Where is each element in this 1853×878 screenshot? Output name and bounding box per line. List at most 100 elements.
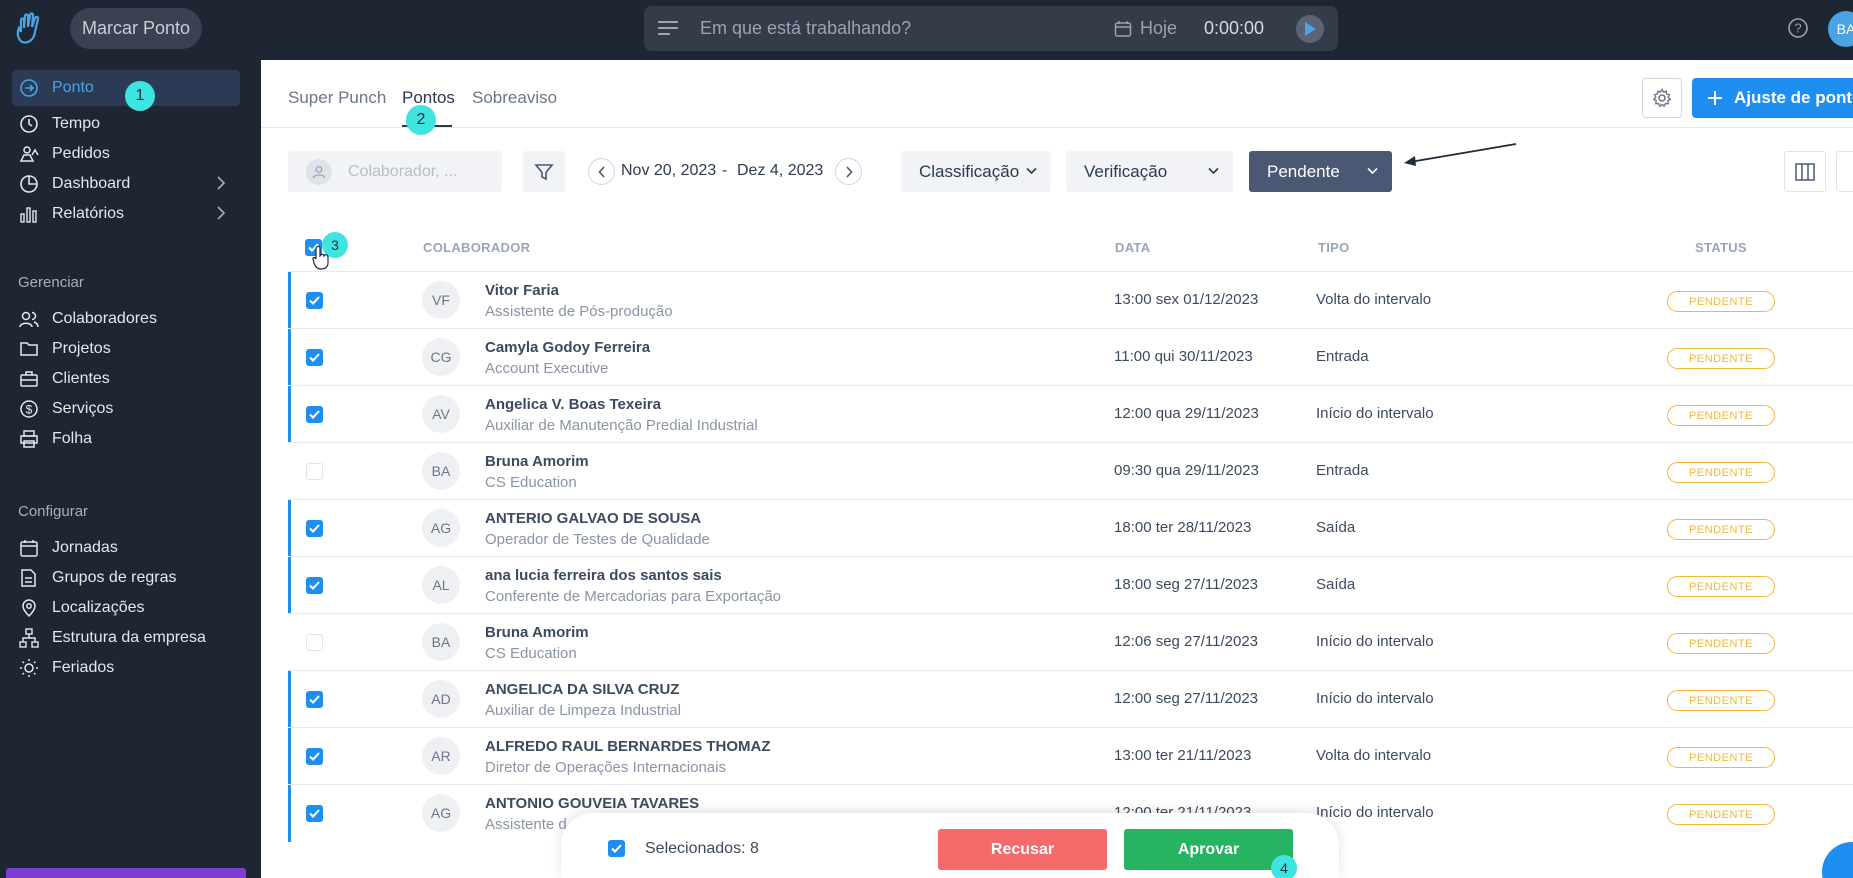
- table-row[interactable]: AG ANTERIO GALVAO DE SOUSA Operador de Tes…: [288, 499, 1853, 557]
- collaborator-name[interactable]: ALFREDO RAUL BERNARDES THOMAZ: [485, 738, 771, 755]
- table-row[interactable]: BA Bruna Amorim CS Education 09:30 qua 29/1…: [288, 442, 1853, 499]
- collaborator-role: Account Executive: [485, 360, 609, 377]
- date-range-start[interactable]: Nov 20, 2023: [621, 162, 716, 180]
- bulk-select-checkbox[interactable]: [608, 840, 625, 857]
- collaborator-search-input[interactable]: [348, 162, 488, 181]
- row-checkbox[interactable]: [306, 463, 323, 480]
- top-bar: Marcar Ponto Hoje 0:00:00 ? BA: [0, 0, 1853, 60]
- row-checkbox[interactable]: [306, 292, 323, 309]
- collaborator-role: Assistente de Pós-produção: [485, 303, 673, 320]
- column-header-tipo[interactable]: TIPO: [1318, 240, 1350, 255]
- punch-type: Início do intervalo: [1316, 690, 1434, 707]
- bar-chart-icon: [18, 203, 40, 225]
- help-icon[interactable]: ?: [1787, 17, 1809, 39]
- tab-super-punch[interactable]: Super Punch: [288, 88, 386, 108]
- previous-period-button[interactable]: [588, 158, 615, 185]
- avatar: AG: [422, 794, 460, 832]
- sidebar-item-label: Serviços: [52, 400, 114, 417]
- ajuste-de-ponto-button[interactable]: Ajuste de ponto: [1692, 78, 1853, 118]
- date-selector[interactable]: Hoje: [1140, 6, 1177, 51]
- punch-date: 18:00 seg 27/11/2023: [1114, 576, 1259, 593]
- status-filter-label: Pendente: [1267, 161, 1340, 181]
- tab-pontos[interactable]: Pontos: [402, 88, 455, 108]
- collaborator-name[interactable]: Angelica V. Boas Texeira: [485, 396, 661, 413]
- row-checkbox[interactable]: [306, 406, 323, 423]
- tab-sobreaviso[interactable]: Sobreaviso: [472, 88, 557, 108]
- sidebar-footer-bar[interactable]: [6, 868, 246, 878]
- row-checkbox[interactable]: [306, 520, 323, 537]
- column-header-data[interactable]: DATA: [1115, 240, 1150, 255]
- collaborator-role: Diretor de Operações Internacionais: [485, 759, 726, 776]
- verification-label: Verificação: [1084, 161, 1168, 181]
- row-checkbox[interactable]: [306, 577, 323, 594]
- collaborator-name[interactable]: ana lucia ferreira dos santos sais: [485, 567, 722, 584]
- user-avatar[interactable]: BA: [1828, 11, 1853, 47]
- person-icon: [306, 158, 332, 185]
- table-row[interactable]: AR ALFREDO RAUL BERNARDES THOMAZ Diretor d…: [288, 727, 1853, 785]
- sidebar-item-label: Localizações: [52, 599, 145, 616]
- chat-widget-button[interactable]: [1822, 842, 1853, 878]
- collaborator-name[interactable]: Vitor Faria: [485, 282, 559, 299]
- table-row[interactable]: VF Vitor Faria Assistente de Pós-produção 1…: [288, 271, 1853, 329]
- refresh-button[interactable]: [1836, 151, 1853, 192]
- status-badge: PENDENTE: [1667, 633, 1775, 654]
- chevron-down-icon: [1026, 167, 1037, 175]
- verification-dropdown[interactable]: Verificação: [1066, 151, 1233, 192]
- filter-button[interactable]: [523, 151, 565, 192]
- sidebar-item-relatorios[interactable]: Relatórios: [12, 196, 240, 232]
- sidebar-item-label: Colaboradores: [52, 310, 157, 327]
- check-icon: [309, 353, 320, 362]
- step-marker-2: 2: [406, 105, 436, 135]
- row-checkbox[interactable]: [306, 748, 323, 765]
- table-row[interactable]: AL ana lucia ferreira dos santos sais Conf…: [288, 556, 1853, 614]
- collaborator-name[interactable]: ANTONIO GOUVEIA TAVARES: [485, 795, 699, 812]
- calendar-icon[interactable]: [1114, 20, 1132, 38]
- collaborator-name[interactable]: Bruna Amorim: [485, 624, 589, 641]
- start-timer-button[interactable]: [1296, 15, 1324, 43]
- collaborator-name[interactable]: Camyla Godoy Ferreira: [485, 339, 650, 356]
- reject-button[interactable]: Recusar: [938, 829, 1107, 870]
- hand-logo-icon[interactable]: [14, 12, 44, 46]
- approve-button[interactable]: Aprovar: [1124, 829, 1293, 870]
- check-icon: [309, 695, 320, 704]
- settings-button[interactable]: [1642, 78, 1682, 118]
- table-row[interactable]: AV Angelica V. Boas Texeira Auxiliar de Ma…: [288, 385, 1853, 443]
- row-checkbox[interactable]: [306, 634, 323, 651]
- sidebar-item-label: Estrutura da empresa: [52, 629, 206, 646]
- column-header-status[interactable]: STATUS: [1695, 240, 1747, 255]
- date-range-end[interactable]: Dez 4, 2023: [737, 162, 823, 180]
- punch-date: 13:00 sex 01/12/2023: [1114, 291, 1259, 308]
- table-row[interactable]: CG Camyla Godoy Ferreira Account Executive…: [288, 328, 1853, 386]
- sidebar-item-folha[interactable]: Folha: [12, 421, 240, 457]
- column-header-colaborador[interactable]: COLABORADOR: [423, 240, 530, 255]
- status-badge: PENDENTE: [1667, 291, 1775, 312]
- row-checkbox[interactable]: [306, 805, 323, 822]
- check-icon: [309, 752, 320, 761]
- table-row[interactable]: BA Bruna Amorim CS Education 12:06 seg 27/1…: [288, 613, 1853, 670]
- collaborator-role: Operador de Testes de Qualidade: [485, 531, 710, 548]
- punch-type: Início do intervalo: [1316, 804, 1434, 821]
- columns-button[interactable]: [1784, 151, 1826, 192]
- status-badge: PENDENTE: [1667, 804, 1775, 825]
- collaborator-filter[interactable]: [288, 151, 502, 192]
- avatar: VF: [422, 281, 460, 319]
- collaborator-name[interactable]: ANGELICA DA SILVA CRUZ: [485, 681, 679, 698]
- collaborator-name[interactable]: ANTERIO GALVAO DE SOUSA: [485, 510, 701, 527]
- collaborator-name[interactable]: Bruna Amorim: [485, 453, 589, 470]
- check-icon: [611, 844, 622, 853]
- check-icon: [309, 581, 320, 590]
- row-checkbox[interactable]: [306, 691, 323, 708]
- punch-date: 13:00 ter 21/11/2023: [1114, 747, 1252, 764]
- task-description-input[interactable]: [700, 6, 1080, 51]
- punch-type: Saída: [1316, 576, 1356, 593]
- row-checkbox[interactable]: [306, 349, 323, 366]
- status-badge: PENDENTE: [1667, 519, 1775, 540]
- next-period-button[interactable]: [835, 158, 862, 185]
- selected-count: Selecionados: 8: [645, 840, 759, 857]
- classification-dropdown[interactable]: Classificação: [901, 151, 1051, 192]
- marcar-ponto-button[interactable]: Marcar Ponto: [70, 8, 202, 49]
- sidebar-item-feriados[interactable]: Feriados: [12, 650, 240, 686]
- chevron-down-icon: [1367, 167, 1378, 175]
- table-row[interactable]: AD ANGELICA DA SILVA CRUZ Auxiliar de Limp…: [288, 670, 1853, 728]
- status-filter-dropdown[interactable]: Pendente: [1249, 151, 1392, 192]
